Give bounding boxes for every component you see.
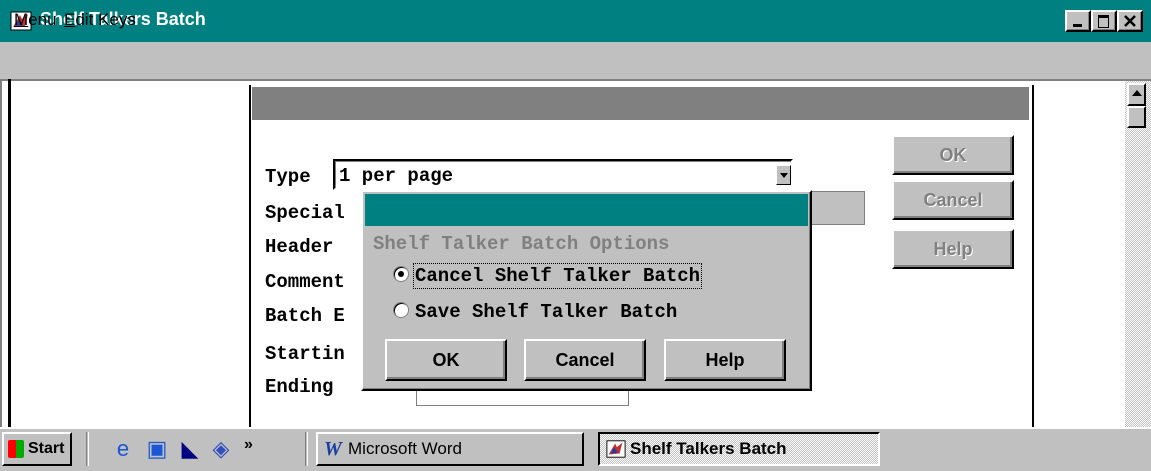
cancel-batch-radio[interactable]: Cancel Shelf Talker Batch [393, 263, 703, 289]
radio-unselected-icon[interactable] [393, 302, 409, 318]
header-label: Header [265, 236, 334, 258]
radio-selected-icon[interactable] [393, 266, 409, 282]
internet-explorer-icon[interactable]: e [110, 436, 136, 462]
quick-launch-more-button[interactable]: » [244, 436, 253, 454]
special-field[interactable] [805, 191, 865, 225]
view-channels-icon[interactable]: ◣ [177, 436, 203, 462]
ending-label: Ending [265, 376, 334, 398]
client-divider [8, 79, 11, 427]
scroll-up-button[interactable] [1127, 83, 1146, 106]
close-button[interactable] [1117, 10, 1143, 32]
vertical-scrollbar[interactable] [1125, 81, 1151, 427]
type-select[interactable]: 1 per page [333, 159, 793, 190]
start-button[interactable]: Start [2, 432, 72, 466]
dialog-ok-button[interactable]: OK [385, 339, 507, 381]
dialog-help-button[interactable]: Help [664, 339, 786, 381]
cancel-batch-label: Cancel Shelf Talker Batch [412, 263, 703, 289]
task-label: Microsoft Word [348, 439, 462, 458]
dialog-cancel-button[interactable]: Cancel [524, 339, 646, 381]
batch-label: Batch E [265, 305, 345, 327]
task-microsoft-word[interactable]: W Microsoft Word [316, 432, 584, 466]
special-label: Special [265, 202, 345, 224]
form-caption-bar [252, 87, 1029, 120]
form-help-button[interactable]: Help [892, 229, 1014, 269]
shelf-talkers-app-icon [606, 440, 626, 458]
show-desktop-icon[interactable]: ▣ [144, 436, 170, 462]
microsoft-word-icon: W [324, 438, 342, 460]
task-shelf-talkers-batch[interactable]: Shelf Talkers Batch [598, 432, 880, 466]
save-batch-radio[interactable]: Save Shelf Talker Batch [393, 301, 677, 323]
menu-bar [0, 42, 1151, 79]
quick-launch-extra-icon[interactable]: ◈ [208, 436, 234, 462]
form-ok-button[interactable]: OK [892, 135, 1014, 175]
taskbar-separator [305, 432, 308, 466]
starting-label: Startin [265, 343, 345, 365]
maximize-button[interactable] [1091, 10, 1117, 32]
close-icon [1124, 15, 1136, 27]
type-select-value: 1 per page [339, 165, 454, 187]
minimize-button[interactable] [1065, 10, 1091, 32]
menu-item-edit-keys[interactable]: Edit Keys [64, 10, 136, 30]
dialog-heading: Shelf Talker Batch Options [373, 233, 670, 255]
save-batch-label: Save Shelf Talker Batch [415, 301, 678, 323]
menu-item-menu[interactable]: Menu [14, 10, 57, 30]
windows-logo-icon [8, 440, 24, 458]
dialog-title-bar[interactable] [365, 194, 808, 226]
taskbar-separator [86, 432, 89, 466]
comment-label: Comment [265, 271, 345, 293]
form-cancel-button[interactable]: Cancel [892, 180, 1014, 220]
scroll-thumb[interactable] [1127, 106, 1146, 128]
chevron-down-icon[interactable] [776, 165, 791, 185]
start-label: Start [28, 440, 65, 457]
type-label: Type [265, 166, 311, 188]
task-label: Shelf Talkers Batch [630, 439, 787, 458]
